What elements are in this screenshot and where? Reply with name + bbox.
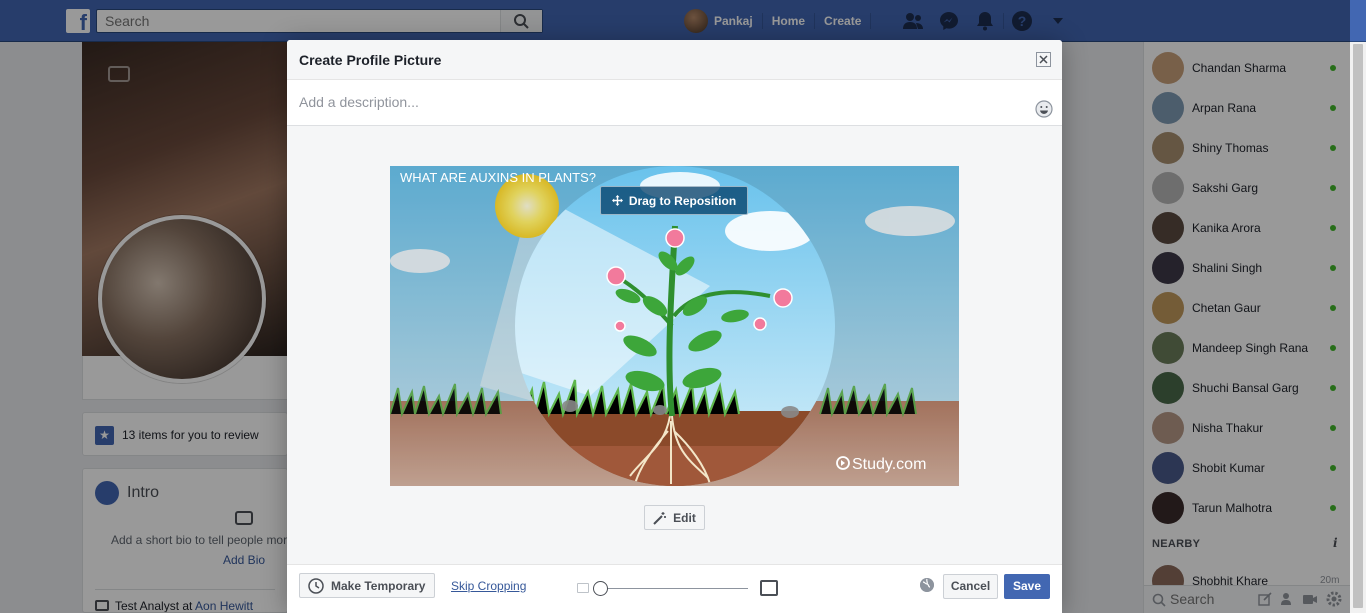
zoom-slider-handle[interactable] [593, 581, 608, 596]
zoom-out-image-icon [577, 583, 589, 593]
edit-button[interactable]: Edit [644, 505, 705, 530]
drag-to-reposition-label[interactable]: Drag to Reposition [600, 186, 748, 215]
close-icon [1039, 55, 1048, 64]
description-field [287, 81, 1062, 126]
save-button[interactable]: Save [1004, 574, 1050, 599]
clock-icon [308, 577, 324, 594]
close-button[interactable] [1036, 52, 1051, 67]
skip-cropping-link[interactable]: Skip Cropping [451, 579, 526, 593]
dialog-header: Create Profile Picture [287, 40, 1062, 80]
dialog-footer: Make Temporary Skip Cropping Cancel Save [287, 564, 1062, 613]
drag-label-text: Drag to Reposition [628, 193, 737, 208]
move-arrows-icon [611, 195, 623, 206]
description-input[interactable] [299, 94, 999, 110]
edit-label: Edit [673, 510, 696, 525]
make-temporary-label: Make Temporary [331, 578, 426, 593]
emoji-icon[interactable] [1035, 100, 1053, 118]
image-caption: WHAT ARE AUXINS IN PLANTS? [400, 170, 596, 185]
scrollbar-thumb[interactable] [1353, 44, 1363, 608]
page-scrollbar[interactable] [1350, 42, 1366, 613]
make-temporary-button[interactable]: Make Temporary [299, 573, 435, 598]
create-profile-picture-dialog: Create Profile Picture Add a description… [287, 40, 1062, 613]
magic-wand-icon [653, 511, 667, 525]
dialog-title: Create Profile Picture [299, 52, 442, 68]
zoom-in-image-icon [760, 580, 778, 596]
zoom-slider-track[interactable] [599, 588, 748, 589]
globe-icon[interactable] [920, 578, 934, 592]
image-watermark: Study.com [852, 456, 926, 473]
cancel-button[interactable]: Cancel [943, 574, 998, 599]
